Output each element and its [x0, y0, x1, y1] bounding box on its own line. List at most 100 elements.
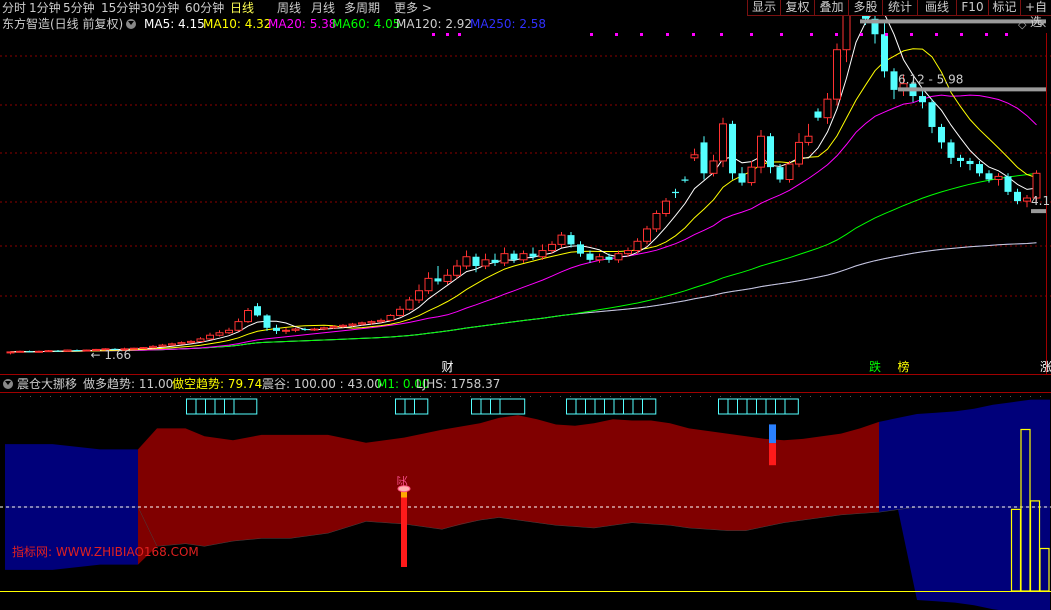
- dot-row-690: [690, 396, 691, 397]
- candle-body: [73, 350, 81, 352]
- dot-row-720: [720, 396, 721, 397]
- candle-21: [206, 332, 214, 341]
- candle-body: [700, 142, 708, 174]
- candle-59: [567, 232, 575, 248]
- marker-dot-2: [458, 33, 461, 36]
- dot-row-370: [370, 396, 371, 397]
- candle-body: [453, 265, 461, 276]
- candle-62: [595, 253, 604, 263]
- indicator-collapse-icon[interactable]: [3, 376, 16, 392]
- period-tab-2[interactable]: 5分钟: [63, 0, 95, 16]
- candle-body: [833, 49, 841, 100]
- indicator-header: 震仓大挪移 做多趋势: 11.00 做空趋势: 79.74 震谷: 100.00 :…: [0, 376, 1051, 392]
- dot-row-850: [850, 396, 851, 397]
- dot-row-490: [490, 396, 491, 397]
- toolbar-button-1[interactable]: 复权: [780, 0, 815, 16]
- diamond-icon[interactable]: ◇: [1018, 16, 1026, 33]
- toolbar-button-6[interactable]: F10: [956, 0, 989, 16]
- period-tab-7[interactable]: 周线: [277, 0, 301, 16]
- candle-body: [139, 347, 148, 350]
- candle-82: [785, 160, 794, 183]
- dot-row-520: [520, 396, 521, 397]
- toolbar-button-2[interactable]: 叠加: [814, 0, 849, 16]
- ma-label-0: MA5: 4.15: [144, 17, 205, 31]
- period-tab-5[interactable]: 60分钟: [185, 0, 224, 16]
- candle-5: [54, 350, 62, 352]
- dot-row-60: [60, 396, 61, 397]
- candle-body: [643, 228, 651, 242]
- dot-row-320: [320, 396, 321, 397]
- dot-row-660: [660, 396, 661, 397]
- toolbar-button-3[interactable]: 多股: [848, 0, 883, 16]
- period-tab-9[interactable]: 多周期: [344, 0, 380, 16]
- toolbar-button-5[interactable]: 画线: [917, 0, 957, 16]
- period-tab-0[interactable]: 分时: [2, 0, 26, 16]
- dot-row-930: [930, 396, 931, 397]
- level-bar-2: [898, 87, 1046, 92]
- candle-body: [26, 351, 33, 353]
- dot-row-940: [940, 396, 941, 397]
- candle-body: [567, 235, 575, 245]
- signal-box-2: [471, 398, 526, 415]
- candle-body: [976, 164, 983, 174]
- box-cell: [414, 398, 429, 415]
- toolbar-button-4[interactable]: 统计: [882, 0, 918, 16]
- period-tab-10[interactable]: 更多 >: [394, 0, 432, 16]
- dot-row-810: [810, 396, 811, 397]
- candle-body: [1004, 176, 1012, 192]
- marker-dot-6: [666, 33, 669, 36]
- box-cell: [718, 398, 729, 415]
- toolbar-button-7[interactable]: 标记: [988, 0, 1021, 16]
- period-tab-3[interactable]: 15分钟: [101, 0, 140, 16]
- period-tab-8[interactable]: 月线: [311, 0, 335, 16]
- ma-label-5: MA250: 2.58: [470, 17, 547, 31]
- toolbar-button-0[interactable]: 显示: [747, 0, 781, 16]
- candle-body: [158, 344, 167, 347]
- dot-row-610: [610, 396, 611, 397]
- dot-row-910: [910, 396, 911, 397]
- candle-body: [82, 349, 91, 352]
- candle-body: [1014, 191, 1021, 202]
- candle-body: [44, 350, 53, 353]
- close-icon[interactable]: ✕: [1038, 16, 1047, 33]
- candle-16: [158, 343, 167, 347]
- candle-41: [396, 306, 404, 317]
- box-cell: [395, 398, 406, 415]
- candle-body: [947, 142, 955, 158]
- candle-body: [291, 328, 300, 331]
- ma-collapse-icon[interactable]: [126, 16, 139, 33]
- toolbar-button-8[interactable]: +自选: [1020, 0, 1051, 29]
- dot-row-980: [980, 396, 981, 397]
- candle-96: [919, 89, 926, 109]
- period-tab-4[interactable]: 30分钟: [140, 0, 179, 16]
- candle-body: [690, 154, 699, 159]
- candle-17: [168, 342, 176, 346]
- period-tab-6[interactable]: 日线: [230, 0, 254, 16]
- candle-body: [500, 253, 509, 264]
- candle-42: [405, 296, 414, 311]
- candle-body: [681, 179, 689, 181]
- dot-row-790: [790, 396, 791, 397]
- marker-dot-10: [780, 33, 783, 36]
- bear-area-right: [879, 399, 1050, 610]
- candle-70: [672, 188, 679, 199]
- candle-body: [652, 212, 661, 230]
- dot-row-150: [150, 396, 151, 397]
- dot-row-40: [40, 396, 41, 397]
- marker-dot-13: [860, 33, 863, 36]
- candle-body: [795, 141, 803, 165]
- candle-30: [291, 327, 300, 333]
- box-cell: [566, 398, 577, 415]
- candle-body: [919, 96, 926, 103]
- candle-body: [672, 191, 679, 194]
- candle-body: [491, 259, 499, 263]
- dot-row-970: [970, 396, 971, 397]
- period-tab-1[interactable]: 1分钟: [29, 0, 61, 16]
- dot-row-510: [510, 396, 511, 397]
- candle-body: [481, 259, 490, 267]
- candle-100: [957, 154, 964, 168]
- candle-body: [415, 290, 423, 301]
- candle-8: [82, 349, 91, 352]
- candle-body: [149, 345, 157, 349]
- marker-dot-9: [750, 33, 753, 36]
